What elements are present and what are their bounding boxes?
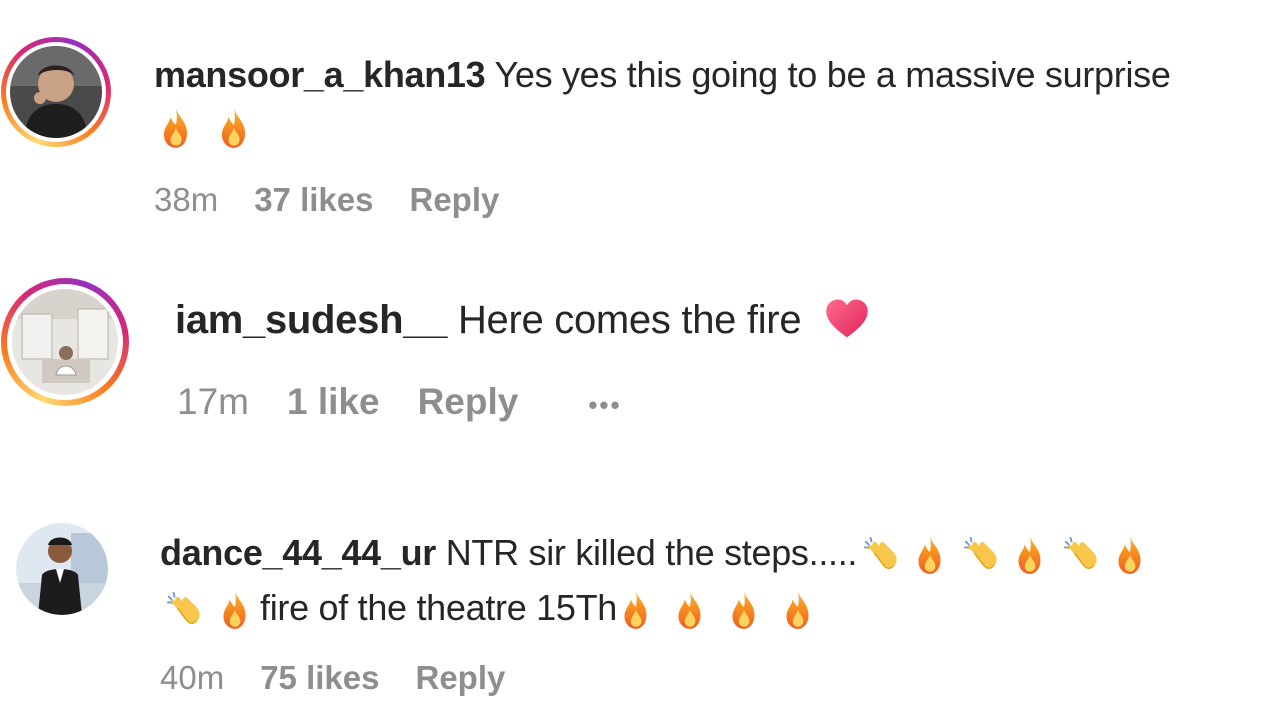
comment-line: iam_sudesh__ Here comes the fire [175,296,876,344]
avatar[interactable] [1,278,129,406]
fire-icon [216,106,252,150]
more-options-button[interactable]: ••• [588,383,621,427]
clap-icon [863,535,901,575]
comment-line: fire of the theatre 15Th [166,586,815,631]
avatar-photo-icon [12,289,118,395]
comment-meta: 40m 75 likes Reply [160,658,505,698]
comment-text: Yes yes this going to be a massive surpr… [494,54,1171,95]
comment-likes[interactable]: 1 like [287,380,380,424]
reply-button[interactable]: Reply [418,380,519,424]
avatar[interactable] [1,37,111,147]
comment-emoji-line [158,106,252,152]
avatar[interactable] [16,523,108,615]
avatar-photo-icon [16,523,108,615]
fire-icon [1013,534,1047,576]
comment-item: dance_44_44_ur NTR sir killed the steps.… [0,500,1280,720]
fire-icon [673,589,707,631]
avatar-photo-icon [10,46,102,138]
comment-username[interactable]: mansoor_a_khan13 [154,54,486,95]
fire-icon [781,589,815,631]
reply-button[interactable]: Reply [415,658,505,698]
comment-likes[interactable]: 37 likes [254,180,373,220]
comment-line: mansoor_a_khan13 Yes yes this going to b… [154,53,1171,97]
comment-username[interactable]: dance_44_44_ur [160,532,436,573]
fire-icon [727,589,761,631]
comment-meta: 17m 1 like Reply ••• [177,380,622,427]
comment-timestamp: 38m [154,181,219,218]
comment-item: iam_sudesh__ Here comes the fire 17m 1 l… [0,260,1280,460]
comment-meta: 38m 37 likes Reply [154,180,499,220]
comment-timestamp: 40m [160,659,225,696]
comment-text: fire of the theatre 15Th [260,587,618,628]
comment-timestamp: 17m [177,381,249,422]
heart-icon [824,298,870,340]
clap-icon [963,535,1001,575]
comment-item: mansoor_a_khan13 Yes yes this going to b… [0,0,1280,240]
clap-icon [1063,535,1101,575]
comment-likes[interactable]: 75 likes [260,658,379,698]
fire-icon [619,589,653,631]
comment-text: NTR sir killed the steps..... [445,532,858,573]
fire-icon [1113,534,1147,576]
comment-username[interactable]: iam_sudesh__ [175,298,447,342]
comment-line: dance_44_44_ur NTR sir killed the steps.… [160,531,1147,576]
fire-icon [158,106,194,150]
fire-icon [218,589,252,631]
fire-icon [913,534,947,576]
clap-icon [166,590,204,630]
comment-text: Here comes the fire [457,298,802,342]
reply-button[interactable]: Reply [409,180,499,220]
